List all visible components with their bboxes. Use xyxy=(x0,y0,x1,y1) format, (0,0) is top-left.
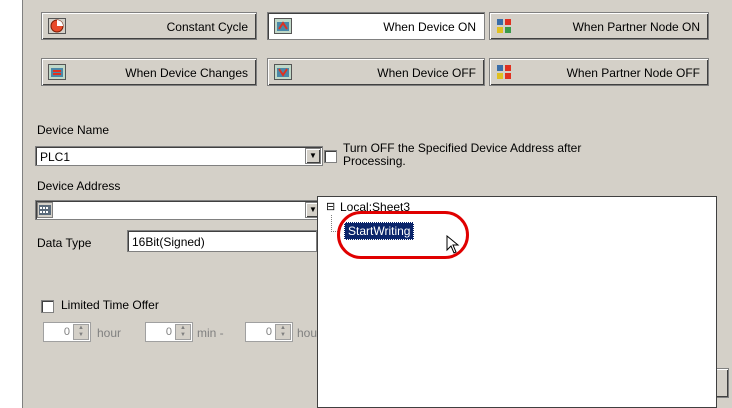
min-value: 0 xyxy=(165,326,172,338)
device-name-combo[interactable]: PLC1 ▼ xyxy=(35,146,323,166)
constant-cycle-button[interactable]: Constant Cycle xyxy=(41,12,257,40)
hour2-spin-arrows-icon[interactable]: ▲ ▼ xyxy=(275,324,291,340)
data-type-label: Data Type xyxy=(37,236,92,250)
tree-collapse-icon[interactable]: ⊟ xyxy=(326,200,335,213)
hour2-unit-label: hou xyxy=(297,326,318,340)
hour-unit-label: hour xyxy=(97,326,122,340)
when-device-on-button[interactable]: When Device ON xyxy=(267,12,485,40)
when-device-changes-label: When Device Changes xyxy=(125,66,248,80)
data-type-value: 16Bit(Signed) xyxy=(132,235,205,249)
min-spin-arrows-icon[interactable]: ▲ ▼ xyxy=(175,324,191,340)
when-device-off-label: When Device OFF xyxy=(377,66,476,80)
turn-off-checkbox[interactable] xyxy=(324,150,337,163)
highlight-oval xyxy=(337,211,469,259)
turn-off-label-line1: Turn OFF the Specified Device Address af… xyxy=(343,141,582,155)
hour2-spinner[interactable]: 0 ▲ ▼ xyxy=(245,322,293,342)
min-spinner[interactable]: 0 ▲ ▼ xyxy=(145,322,193,342)
keypad-icon[interactable] xyxy=(37,202,53,218)
hour-spinner[interactable]: 0 ▲ ▼ xyxy=(43,322,91,342)
hour2-value: 0 xyxy=(265,326,272,338)
turn-off-label-line2: Processing. xyxy=(343,154,406,168)
when-device-on-label: When Device ON xyxy=(383,20,476,34)
limited-time-label: Limited Time Offer xyxy=(61,298,159,312)
dialog-panel: Constant Cycle When Device ON When Partn… xyxy=(22,0,732,408)
data-type-select[interactable]: 16Bit(Signed) xyxy=(127,230,317,252)
hour-spin-arrows-icon[interactable]: ▲ ▼ xyxy=(73,324,89,340)
clock-icon xyxy=(48,18,66,34)
device-address-label: Device Address xyxy=(37,179,121,193)
device-off-icon xyxy=(274,64,292,80)
when-device-off-button[interactable]: When Device OFF xyxy=(267,58,485,86)
partner-node-off-icon xyxy=(496,64,514,80)
constant-cycle-label: Constant Cycle xyxy=(166,20,248,34)
hour-value: 0 xyxy=(63,326,70,338)
when-partner-node-on-button[interactable]: When Partner Node ON xyxy=(489,12,709,40)
when-device-changes-button[interactable]: When Device Changes xyxy=(41,58,257,86)
device-address-combo[interactable]: ▼ xyxy=(35,200,323,220)
limited-time-checkbox[interactable] xyxy=(41,300,54,313)
when-partner-node-on-label: When Partner Node ON xyxy=(572,20,700,34)
device-name-dropdown-icon[interactable]: ▼ xyxy=(305,148,321,164)
min-unit-label: min - xyxy=(197,326,224,340)
device-name-value: PLC1 xyxy=(40,150,71,164)
when-partner-node-off-label: When Partner Node OFF xyxy=(566,66,700,80)
when-partner-node-off-button[interactable]: When Partner Node OFF xyxy=(489,58,709,86)
partner-node-on-icon xyxy=(496,18,514,34)
device-changes-icon xyxy=(48,64,66,80)
device-name-label: Device Name xyxy=(37,123,110,137)
device-on-icon xyxy=(274,18,292,34)
